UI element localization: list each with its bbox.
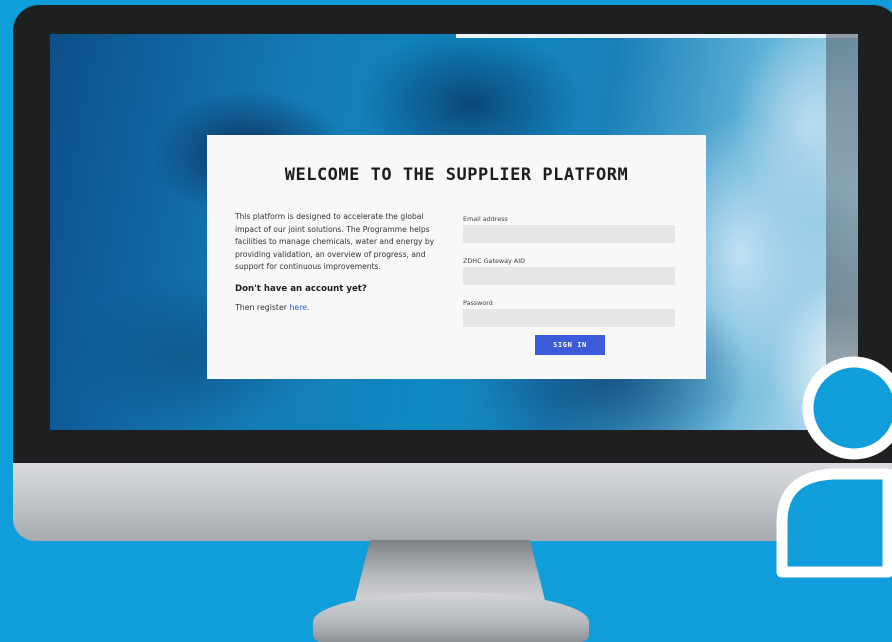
login-card: WELCOME TO THE SUPPLIER PLATFORM This pl… xyxy=(207,135,706,379)
email-field[interactable] xyxy=(463,225,675,243)
register-suffix: . xyxy=(307,303,310,312)
gateway-aid-field[interactable] xyxy=(463,267,675,285)
screen-top-strip xyxy=(456,34,858,38)
register-link[interactable]: here xyxy=(289,303,307,312)
no-account-heading: Don't have an account yet? xyxy=(235,284,367,294)
password-label: Password xyxy=(463,299,493,307)
sign-in-button[interactable]: SIGN IN xyxy=(535,335,605,355)
register-prefix: Then register xyxy=(235,303,290,312)
page-title: WELCOME TO THE SUPPLIER PLATFORM xyxy=(284,165,629,185)
gateway-aid-label: ZDHC Gateway AID xyxy=(463,257,526,265)
user-icon xyxy=(776,356,892,578)
register-text: Then register here. xyxy=(235,303,310,312)
email-label: Email address xyxy=(463,215,508,223)
intro-text: This platform is designed to accelerate … xyxy=(235,212,435,272)
password-field[interactable] xyxy=(463,309,675,327)
monitor-stand-base xyxy=(313,592,589,642)
monitor-chin xyxy=(13,463,892,541)
monitor-stand-neck xyxy=(355,540,545,600)
